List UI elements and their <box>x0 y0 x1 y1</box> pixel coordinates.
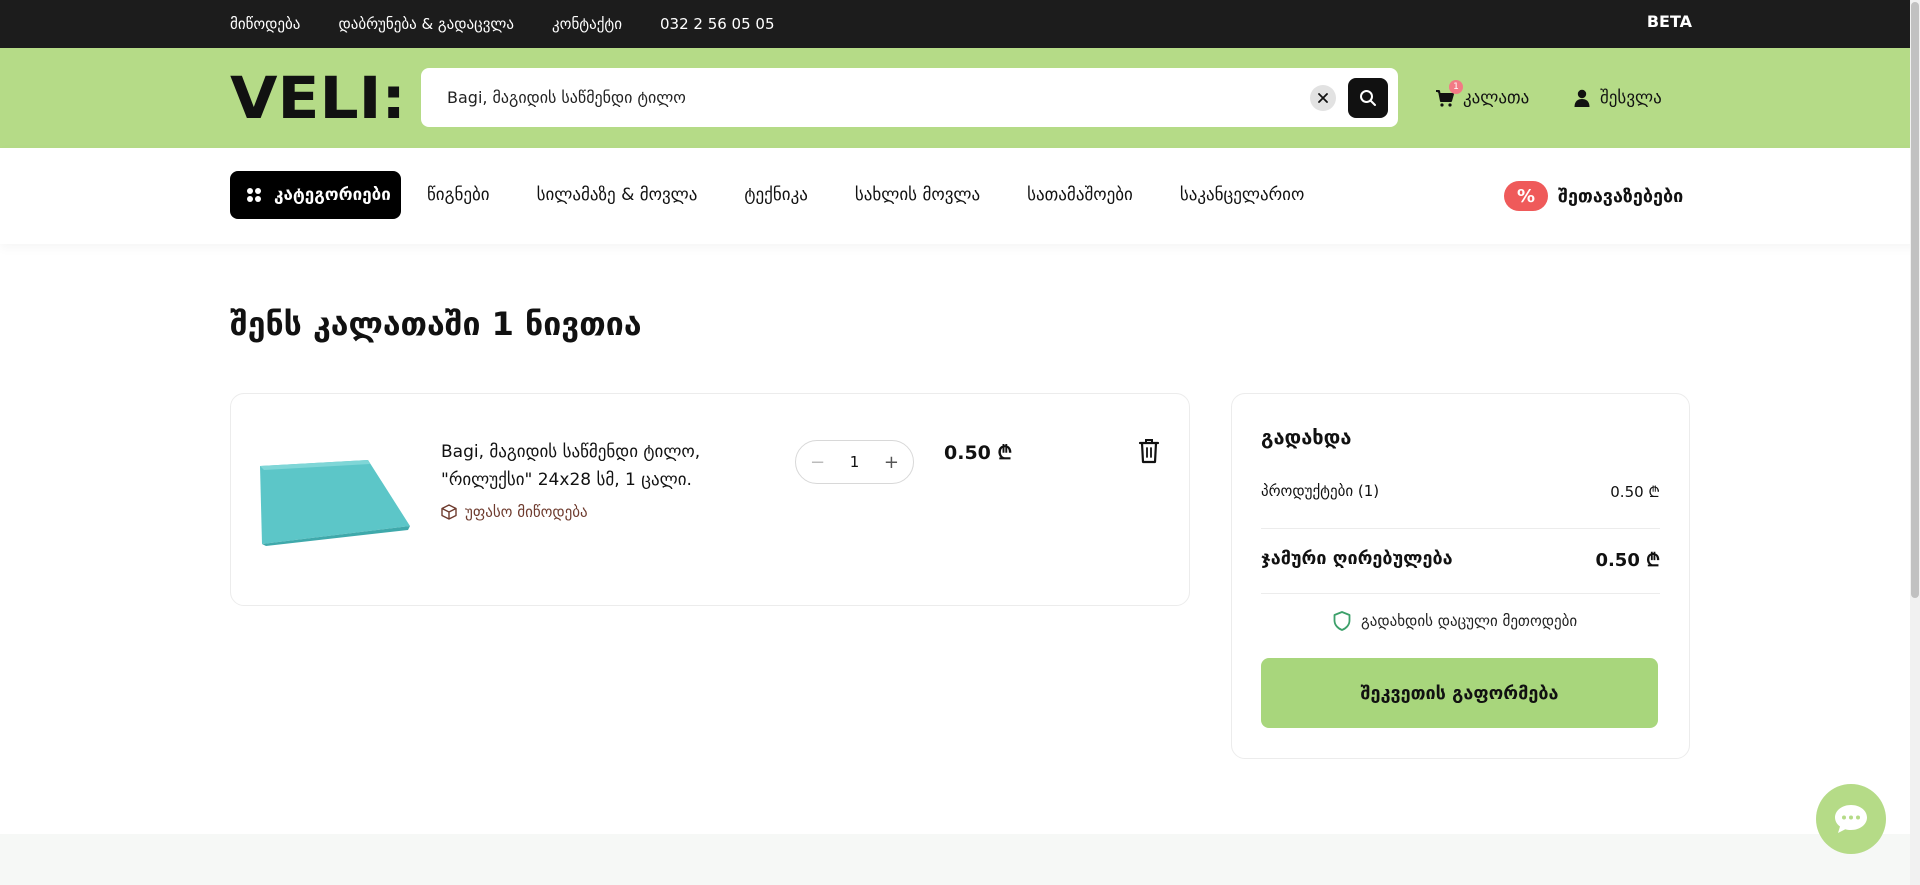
grid-icon <box>247 188 261 202</box>
search-icon <box>1360 90 1376 106</box>
nav-item-home-care[interactable]: სახლის მოვლა <box>855 185 980 205</box>
trash-icon[interactable] <box>1138 438 1160 464</box>
offers-badge: % <box>1504 181 1548 211</box>
top-link-delivery[interactable]: მიწოდება <box>230 15 300 33</box>
search-button[interactable] <box>1348 78 1388 118</box>
page-title: შენს კალათაში 1 ნივთია <box>230 305 642 343</box>
products-value: 0.50 ₾ <box>1610 483 1660 501</box>
box-icon <box>441 504 457 520</box>
free-delivery-text: უფასო მიწოდება <box>465 503 588 521</box>
cart-label: კალათა <box>1463 88 1530 108</box>
total-value: 0.50 ₾ <box>1595 550 1660 571</box>
quantity-increase-button[interactable]: + <box>884 452 899 473</box>
page-scrollbar[interactable] <box>1910 0 1920 885</box>
nav-items: წიგნები სილამაზე & მოვლა ტექნიკა სახლის … <box>427 171 1304 219</box>
payment-title: გადახდა <box>1261 425 1352 449</box>
secure-payment-text: გადახდის დაცული მეთოდები <box>1361 612 1578 630</box>
offers-link[interactable]: % შეთავაზებები <box>1504 181 1683 211</box>
products-row: პროდუქტები (1) 0.50 ₾ <box>1261 482 1660 502</box>
nav-item-toys[interactable]: სათამაშოები <box>1027 185 1133 205</box>
quantity-value: 1 <box>849 453 860 471</box>
login-label: შესვლა <box>1600 88 1662 108</box>
total-label: ჯამური ღირებულება <box>1261 548 1453 569</box>
secure-payment-note: გადახდის დაცული მეთოდები <box>1333 611 1577 631</box>
top-links: მიწოდება დაბრუნება & გადაცვლა კონტაქტი 0… <box>230 0 775 48</box>
categories-label: კატეგორიები <box>274 185 391 205</box>
cart-count-badge: 1 <box>1449 80 1463 94</box>
nav-item-stationery[interactable]: საკანცელარიო <box>1180 185 1304 205</box>
free-delivery-label: უფასო მიწოდება <box>441 503 588 521</box>
quantity-stepper: − 1 + <box>795 440 914 484</box>
chat-button[interactable] <box>1816 784 1886 854</box>
product-image[interactable] <box>258 448 414 548</box>
top-bar: მიწოდება დაბრუნება & გადაცვლა კონტაქტი 0… <box>0 0 1920 48</box>
scrollbar-thumb[interactable] <box>1911 2 1919 598</box>
product-name[interactable]: Bagi, მაგიდის საწმენდი ტილო, "რილუქსი" 2… <box>441 438 771 494</box>
beta-label: BETA <box>1646 12 1692 31</box>
nav-item-books[interactable]: წიგნები <box>427 185 490 205</box>
summary-divider <box>1261 528 1660 529</box>
login-button[interactable]: შესვლა <box>1574 84 1662 112</box>
quantity-decrease-button[interactable]: − <box>810 452 825 473</box>
top-phone[interactable]: 032 2 56 05 05 <box>660 15 775 33</box>
shield-icon <box>1333 611 1351 631</box>
item-price: 0.50 ₾ <box>944 442 1013 464</box>
logo-text: VELI: <box>230 72 406 122</box>
logo[interactable]: VELI: <box>230 72 406 122</box>
total-row: ჯამური ღირებულება 0.50 ₾ <box>1261 548 1660 572</box>
search-input[interactable] <box>447 68 1307 127</box>
checkout-button[interactable]: შეკვეთის გაფორმება <box>1261 658 1658 728</box>
search-bar <box>421 68 1398 127</box>
products-label: პროდუქტები (1) <box>1261 482 1380 500</box>
footer-band <box>0 834 1920 885</box>
user-icon <box>1574 89 1590 107</box>
cart-button[interactable]: 1 კალათა <box>1435 80 1530 112</box>
chat-icon <box>1835 805 1867 833</box>
summary-divider <box>1261 593 1660 594</box>
clear-search-button[interactable] <box>1310 85 1336 111</box>
cart-icon: 1 <box>1435 80 1463 108</box>
offers-label: შეთავაზებები <box>1558 185 1684 207</box>
categories-button[interactable]: კატეგორიები <box>230 171 401 219</box>
top-link-returns[interactable]: დაბრუნება & გადაცვლა <box>338 15 514 33</box>
nav-item-beauty[interactable]: სილამაზე & მოვლა <box>537 185 698 205</box>
clear-icon <box>1318 93 1328 103</box>
nav-item-tech[interactable]: ტექნიკა <box>744 185 807 205</box>
top-link-contact[interactable]: კონტაქტი <box>552 15 622 33</box>
